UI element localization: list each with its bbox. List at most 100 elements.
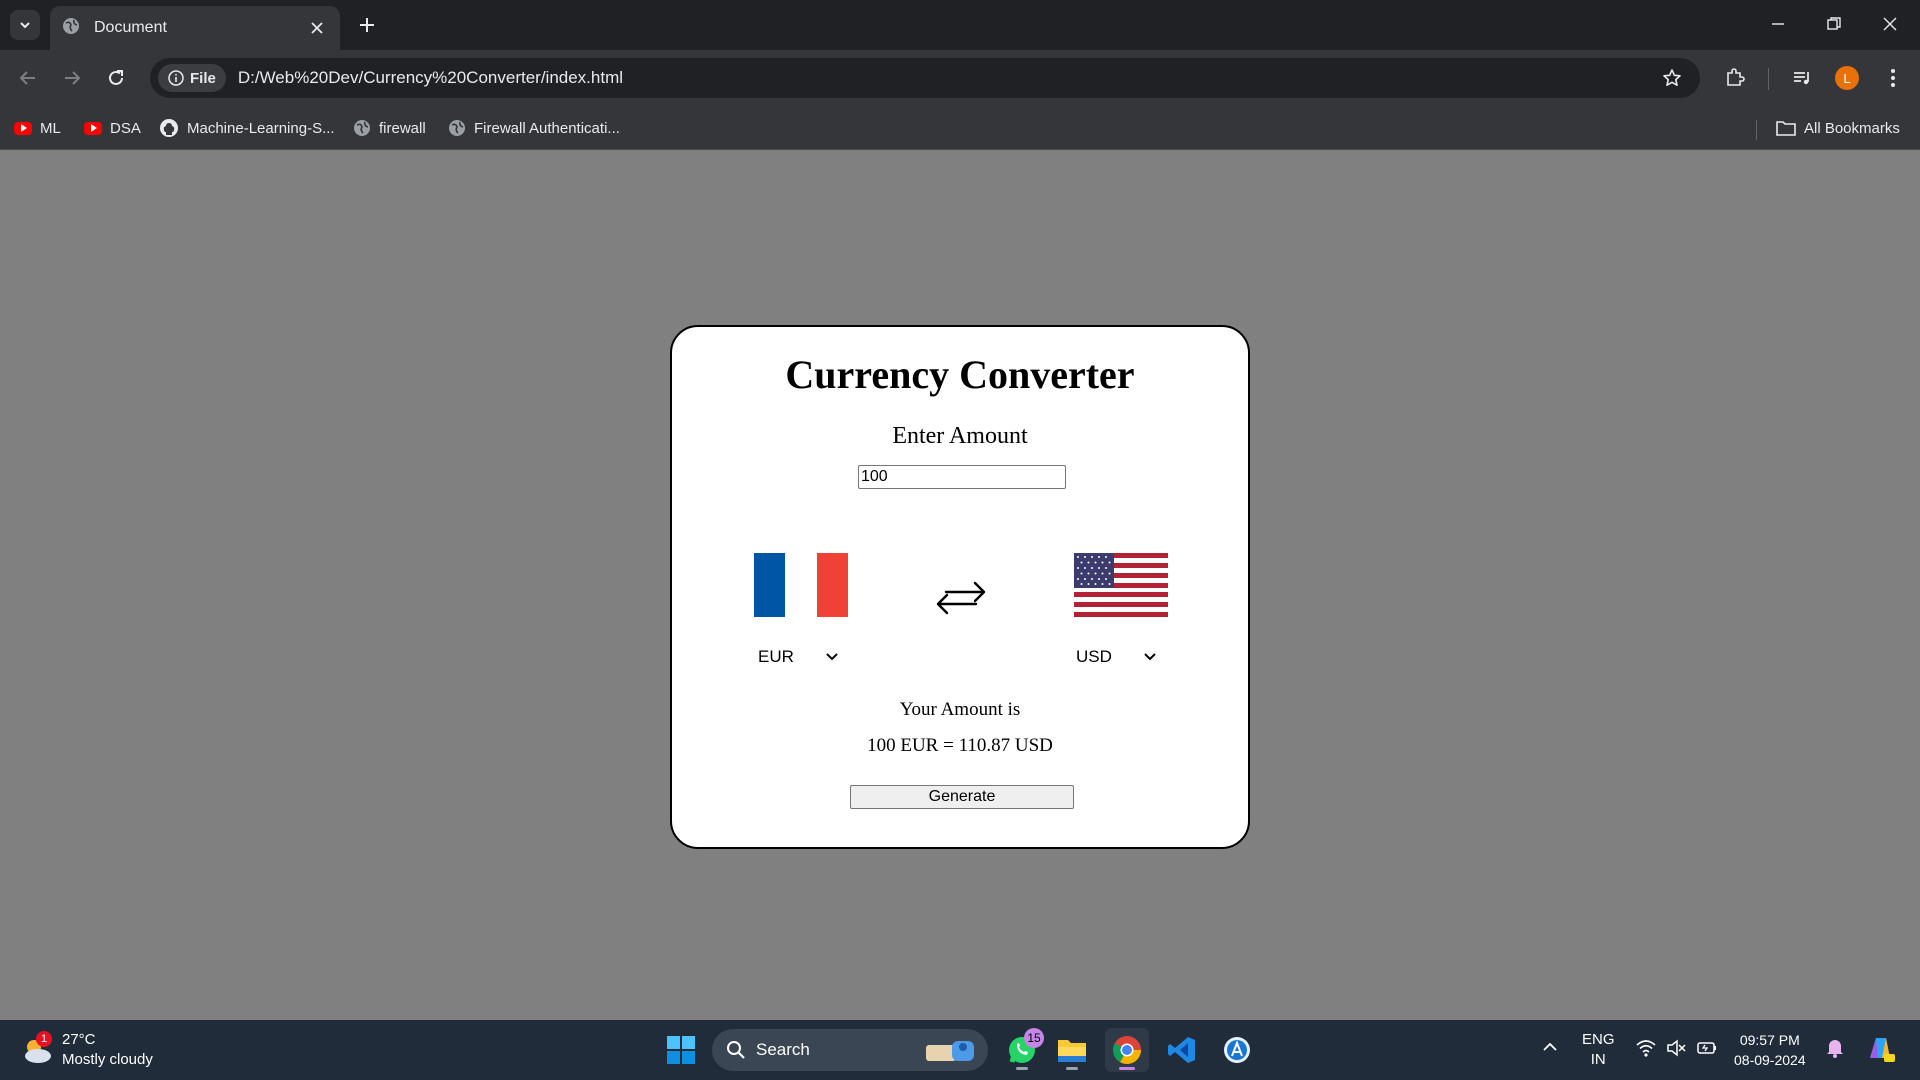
extensions-button[interactable] <box>1719 62 1751 94</box>
bookmark-firewall-authentication[interactable]: Firewall Authenticati... <box>448 116 620 140</box>
address-bar[interactable]: File D:/Web%20Dev/Currency%20Converter/i… <box>150 58 1700 98</box>
from-currency-value: EUR <box>758 647 794 666</box>
folder-icon <box>1776 121 1796 136</box>
notifications-button[interactable] <box>1826 1038 1844 1064</box>
bookmark-star-icon[interactable] <box>1654 60 1690 96</box>
arrow-left-icon <box>19 71 35 85</box>
france-flag-blue-stripe <box>754 553 786 617</box>
new-tab-button[interactable] <box>352 10 382 40</box>
whatsapp-app[interactable]: 15 <box>1000 1028 1044 1072</box>
close-window-button[interactable] <box>1870 8 1910 40</box>
reload-button[interactable] <box>100 62 132 94</box>
battery-icon <box>1697 1042 1716 1054</box>
copilot-icon <box>1870 1038 1895 1062</box>
chevron-down-icon <box>826 653 838 661</box>
all-bookmarks-label: All Bookmarks <box>1804 119 1900 137</box>
restore-button[interactable] <box>1814 8 1854 40</box>
france-flag-red-stripe <box>816 553 848 617</box>
running-indicator <box>1066 1067 1078 1070</box>
bookmark-dsa[interactable]: DSA <box>84 116 141 140</box>
amount-label: Enter Amount <box>892 423 1028 449</box>
search-highlight-icon <box>926 1041 974 1061</box>
folder-icon <box>1058 1040 1086 1062</box>
bookmark-label: Machine-Learning-S... <box>187 119 335 137</box>
bookmark-ml[interactable]: ML <box>14 116 61 140</box>
language-indicator[interactable]: ENG IN <box>1582 1030 1615 1070</box>
youtube-icon <box>84 121 102 135</box>
puzzle-icon <box>1727 68 1745 86</box>
active-tab[interactable]: Document <box>50 6 340 50</box>
back-button[interactable] <box>12 62 44 94</box>
forward-button[interactable] <box>56 62 88 94</box>
swap-arrows-icon[interactable] <box>934 577 988 619</box>
amount-input[interactable] <box>858 465 1066 489</box>
chrome-app[interactable] <box>1105 1028 1149 1072</box>
bookmark-machine-learning[interactable]: Machine-Learning-S... <box>159 116 335 140</box>
bookmark-firewall[interactable]: firewall <box>353 116 426 140</box>
weather-description: Mostly cloudy <box>62 1051 153 1068</box>
playlist-icon <box>1794 72 1809 85</box>
wifi-icon <box>1636 1040 1656 1057</box>
search-icon <box>727 1041 745 1059</box>
profile-avatar[interactable]: L <box>1835 66 1859 90</box>
copilot-button[interactable] <box>1864 1032 1896 1070</box>
file-explorer-app[interactable] <box>1050 1028 1094 1072</box>
show-hidden-icons[interactable] <box>1542 1038 1558 1058</box>
app-store-app[interactable] <box>1215 1028 1259 1072</box>
to-currency-value: USD <box>1076 647 1112 666</box>
to-flag-image <box>1074 553 1168 617</box>
result-label: Your Amount is <box>899 699 1021 720</box>
whatsapp-unread-badge: 15 <box>1024 1028 1044 1048</box>
arrow-right-icon <box>65 71 81 85</box>
all-bookmarks-button[interactable]: All Bookmarks <box>1776 116 1900 140</box>
github-icon <box>160 119 178 137</box>
to-currency-select[interactable]: USD <box>1072 643 1162 671</box>
search-label: Search <box>756 1040 810 1059</box>
minimize-icon <box>1772 23 1784 25</box>
chevron-down-icon <box>20 22 30 29</box>
globe-icon <box>354 120 370 136</box>
system-tray-status[interactable] <box>1636 1039 1718 1057</box>
chevron-up-icon <box>1543 1042 1557 1051</box>
globe-icon <box>62 17 80 40</box>
start-button[interactable] <box>659 1028 703 1072</box>
site-info-chip[interactable]: File <box>158 64 226 92</box>
site-chip-label: File <box>190 69 216 87</box>
france-flag-white-stripe <box>785 553 817 617</box>
weather-alert-badge: 1 <box>36 1031 52 1047</box>
more-vertical-icon <box>1891 69 1895 87</box>
vscode-app[interactable] <box>1160 1028 1204 1072</box>
clock[interactable]: 09:57 PM 08-09-2024 <box>1734 1030 1806 1070</box>
bookmark-label: firewall <box>379 119 426 137</box>
from-currency-select[interactable]: EUR <box>754 643 844 671</box>
clock-date: 08-09-2024 <box>1734 1052 1806 1068</box>
close-tab-icon[interactable] <box>306 17 328 39</box>
weather-widget[interactable]: 1 27°C Mostly cloudy <box>20 1030 153 1070</box>
media-controls-button[interactable] <box>1786 62 1818 94</box>
info-icon <box>168 70 184 86</box>
converter-card: Currency Converter Enter Amount 100 EUR … <box>670 325 1250 849</box>
minimize-button[interactable] <box>1758 8 1798 40</box>
chrome-menu-button[interactable] <box>1877 62 1909 94</box>
tab-strip: Document <box>0 0 1920 50</box>
generate-button[interactable]: Generate <box>850 785 1074 809</box>
toolbar-divider <box>1768 68 1769 90</box>
bookmarks-bar: ML DSA Machine-Learning-S... firewall Fi… <box>0 106 1920 150</box>
restore-icon <box>1827 17 1841 30</box>
close-icon <box>1883 17 1897 31</box>
taskbar-search[interactable]: Search <box>712 1029 988 1071</box>
weather-temperature: 27°C <box>62 1031 96 1048</box>
bookmarks-divider <box>1756 120 1757 140</box>
language-code: ENG <box>1582 1031 1615 1048</box>
plus-icon <box>360 18 374 32</box>
url-text[interactable]: D:/Web%20Dev/Currency%20Converter/index.… <box>238 68 1654 88</box>
bookmark-label: DSA <box>110 119 141 137</box>
running-indicator <box>1016 1067 1028 1070</box>
browser-toolbar: File D:/Web%20Dev/Currency%20Converter/i… <box>0 50 1920 106</box>
conversion-result: 100 EUR = 110.87 USD <box>867 735 1053 756</box>
active-indicator <box>1119 1067 1135 1070</box>
region-code: IN <box>1590 1051 1606 1068</box>
tab-search-button[interactable] <box>10 10 40 40</box>
page-viewport: Currency Converter Enter Amount 100 EUR … <box>0 151 1920 1021</box>
app-icon <box>1224 1037 1250 1063</box>
